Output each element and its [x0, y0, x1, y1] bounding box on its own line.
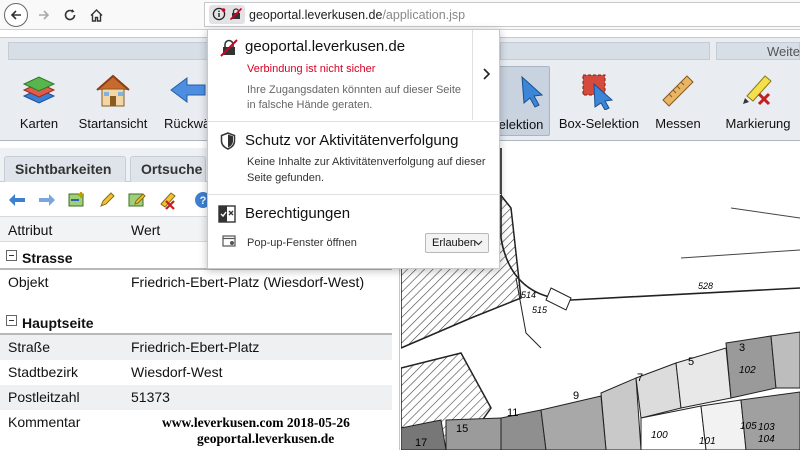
reload-icon: [64, 9, 76, 21]
collapse-icon[interactable]: [6, 250, 17, 261]
pencil-icon: [100, 192, 115, 207]
svg-text:?: ?: [200, 195, 207, 207]
karten-button[interactable]: Karten: [10, 66, 68, 136]
back-button[interactable]: [6, 189, 28, 211]
parcel-label: 3: [739, 342, 745, 354]
tab-sichtbarkeiten[interactable]: Sichtbarkeiten: [4, 156, 126, 182]
url-text: geoportal.leverkusen.de/application.jsp: [249, 8, 466, 22]
map-add-button[interactable]: [66, 189, 88, 211]
forward-button[interactable]: [36, 189, 58, 211]
delete-marker-icon: [160, 192, 176, 210]
edit-button[interactable]: [96, 189, 118, 211]
arrow-right-icon: [39, 10, 50, 20]
arrow-left-icon: [10, 10, 21, 20]
messen-button[interactable]: Messen: [648, 66, 708, 136]
url-field[interactable]: geoportal.leverkusen.de/application.jsp: [204, 2, 800, 27]
parcel-label: 9: [573, 390, 579, 402]
highlighter-icon: [743, 75, 772, 106]
section-hauptseite[interactable]: Hauptseite: [0, 307, 392, 335]
reload-button[interactable]: [58, 3, 82, 27]
parcel-label: 105: [740, 421, 757, 432]
startansicht-button[interactable]: Startansicht: [72, 66, 154, 136]
arrow-back-icon: [170, 77, 206, 103]
parcel-label: 17: [415, 437, 427, 449]
tracking-section: Schutz vor Aktivitätenverfolgung Keine I…: [208, 122, 501, 192]
permissions-icon: [218, 205, 236, 223]
chevron-right-icon: [483, 68, 491, 80]
watermark-line-1: www.leverkusen.com 2018-05-26: [162, 415, 350, 430]
map-edit-button[interactable]: [126, 189, 148, 211]
box-select-icon: [582, 74, 614, 110]
parcel-label: 102: [739, 365, 756, 376]
layers-icon: [22, 76, 56, 104]
watermark-line-2: geoportal.leverkusen.de: [197, 431, 335, 446]
ruler-icon: [662, 75, 694, 107]
insecure-lock-icon: [229, 7, 243, 21]
delete-button[interactable]: [156, 189, 178, 211]
table-row[interactable]: Stadtbezirk Wiesdorf-West: [0, 360, 392, 385]
parcel-label: 7: [637, 372, 643, 384]
table-row[interactable]: Postleitzahl 51373: [0, 385, 392, 410]
rueckwaerts-button[interactable]: Rückwä: [158, 66, 210, 136]
collapse-icon[interactable]: [6, 315, 17, 326]
column-header-wert[interactable]: Wert: [131, 222, 160, 238]
parcel-label: 5: [688, 356, 694, 368]
home-button[interactable]: [84, 3, 108, 27]
popup-permission-select[interactable]: Erlauben: [425, 233, 489, 253]
permissions-section: Berechtigungen Pop-up-Fenster öffnen: [208, 195, 501, 269]
parcel-label: 11: [507, 407, 518, 419]
site-info-popup: geoportal.leverkusen.de Verbindung ist n…: [207, 29, 501, 269]
group-header-weitere: Weite: [716, 42, 800, 60]
parcel-label: 514: [521, 290, 536, 300]
house-icon: [96, 74, 130, 107]
parcel-label: 528: [698, 281, 713, 291]
insecure-lock-icon: [220, 39, 238, 57]
arrow-right-blue-icon: [39, 194, 55, 206]
column-header-attribut[interactable]: Attribut: [8, 222, 52, 238]
arrow-left-blue-icon: [9, 194, 25, 206]
divider-vertical: [472, 30, 473, 120]
connection-section[interactable]: geoportal.leverkusen.de Verbindung ist n…: [208, 30, 501, 120]
info-icon: [212, 7, 226, 21]
parcel-label: 100: [651, 430, 668, 441]
group-header: [8, 42, 210, 60]
browser-toolbar: geoportal.leverkusen.de/application.jsp: [0, 0, 800, 30]
markierung-button[interactable]: Markierung: [716, 66, 800, 136]
map-pencil-icon: [128, 193, 146, 207]
home-icon: [90, 8, 102, 22]
tab-ortsuche[interactable]: Ortsuche: [130, 156, 206, 182]
site-identity-button[interactable]: [209, 5, 245, 24]
popup-window-icon: [222, 235, 236, 247]
shield-icon: [220, 132, 236, 150]
table-row[interactable]: Objekt Friedrich-Ebert-Platz (Wiesdorf-W…: [0, 270, 392, 295]
parcel-label: 103: [758, 422, 775, 433]
parcel-label: 15: [456, 423, 468, 435]
parcel-label: 101: [699, 436, 716, 447]
group-header: [500, 42, 710, 60]
forward-button[interactable]: [32, 3, 56, 27]
back-button[interactable]: [4, 3, 28, 27]
box-selektion-button[interactable]: Box-Selektion: [554, 66, 644, 136]
parcel-label: 515: [532, 305, 548, 315]
cursor-select-icon: [521, 75, 544, 108]
map-plus-icon: [68, 192, 84, 207]
chevron-down-icon: [474, 240, 483, 246]
parcel-label: 104: [758, 434, 775, 445]
table-row[interactable]: Straße Friedrich-Ebert-Platz: [0, 335, 392, 360]
